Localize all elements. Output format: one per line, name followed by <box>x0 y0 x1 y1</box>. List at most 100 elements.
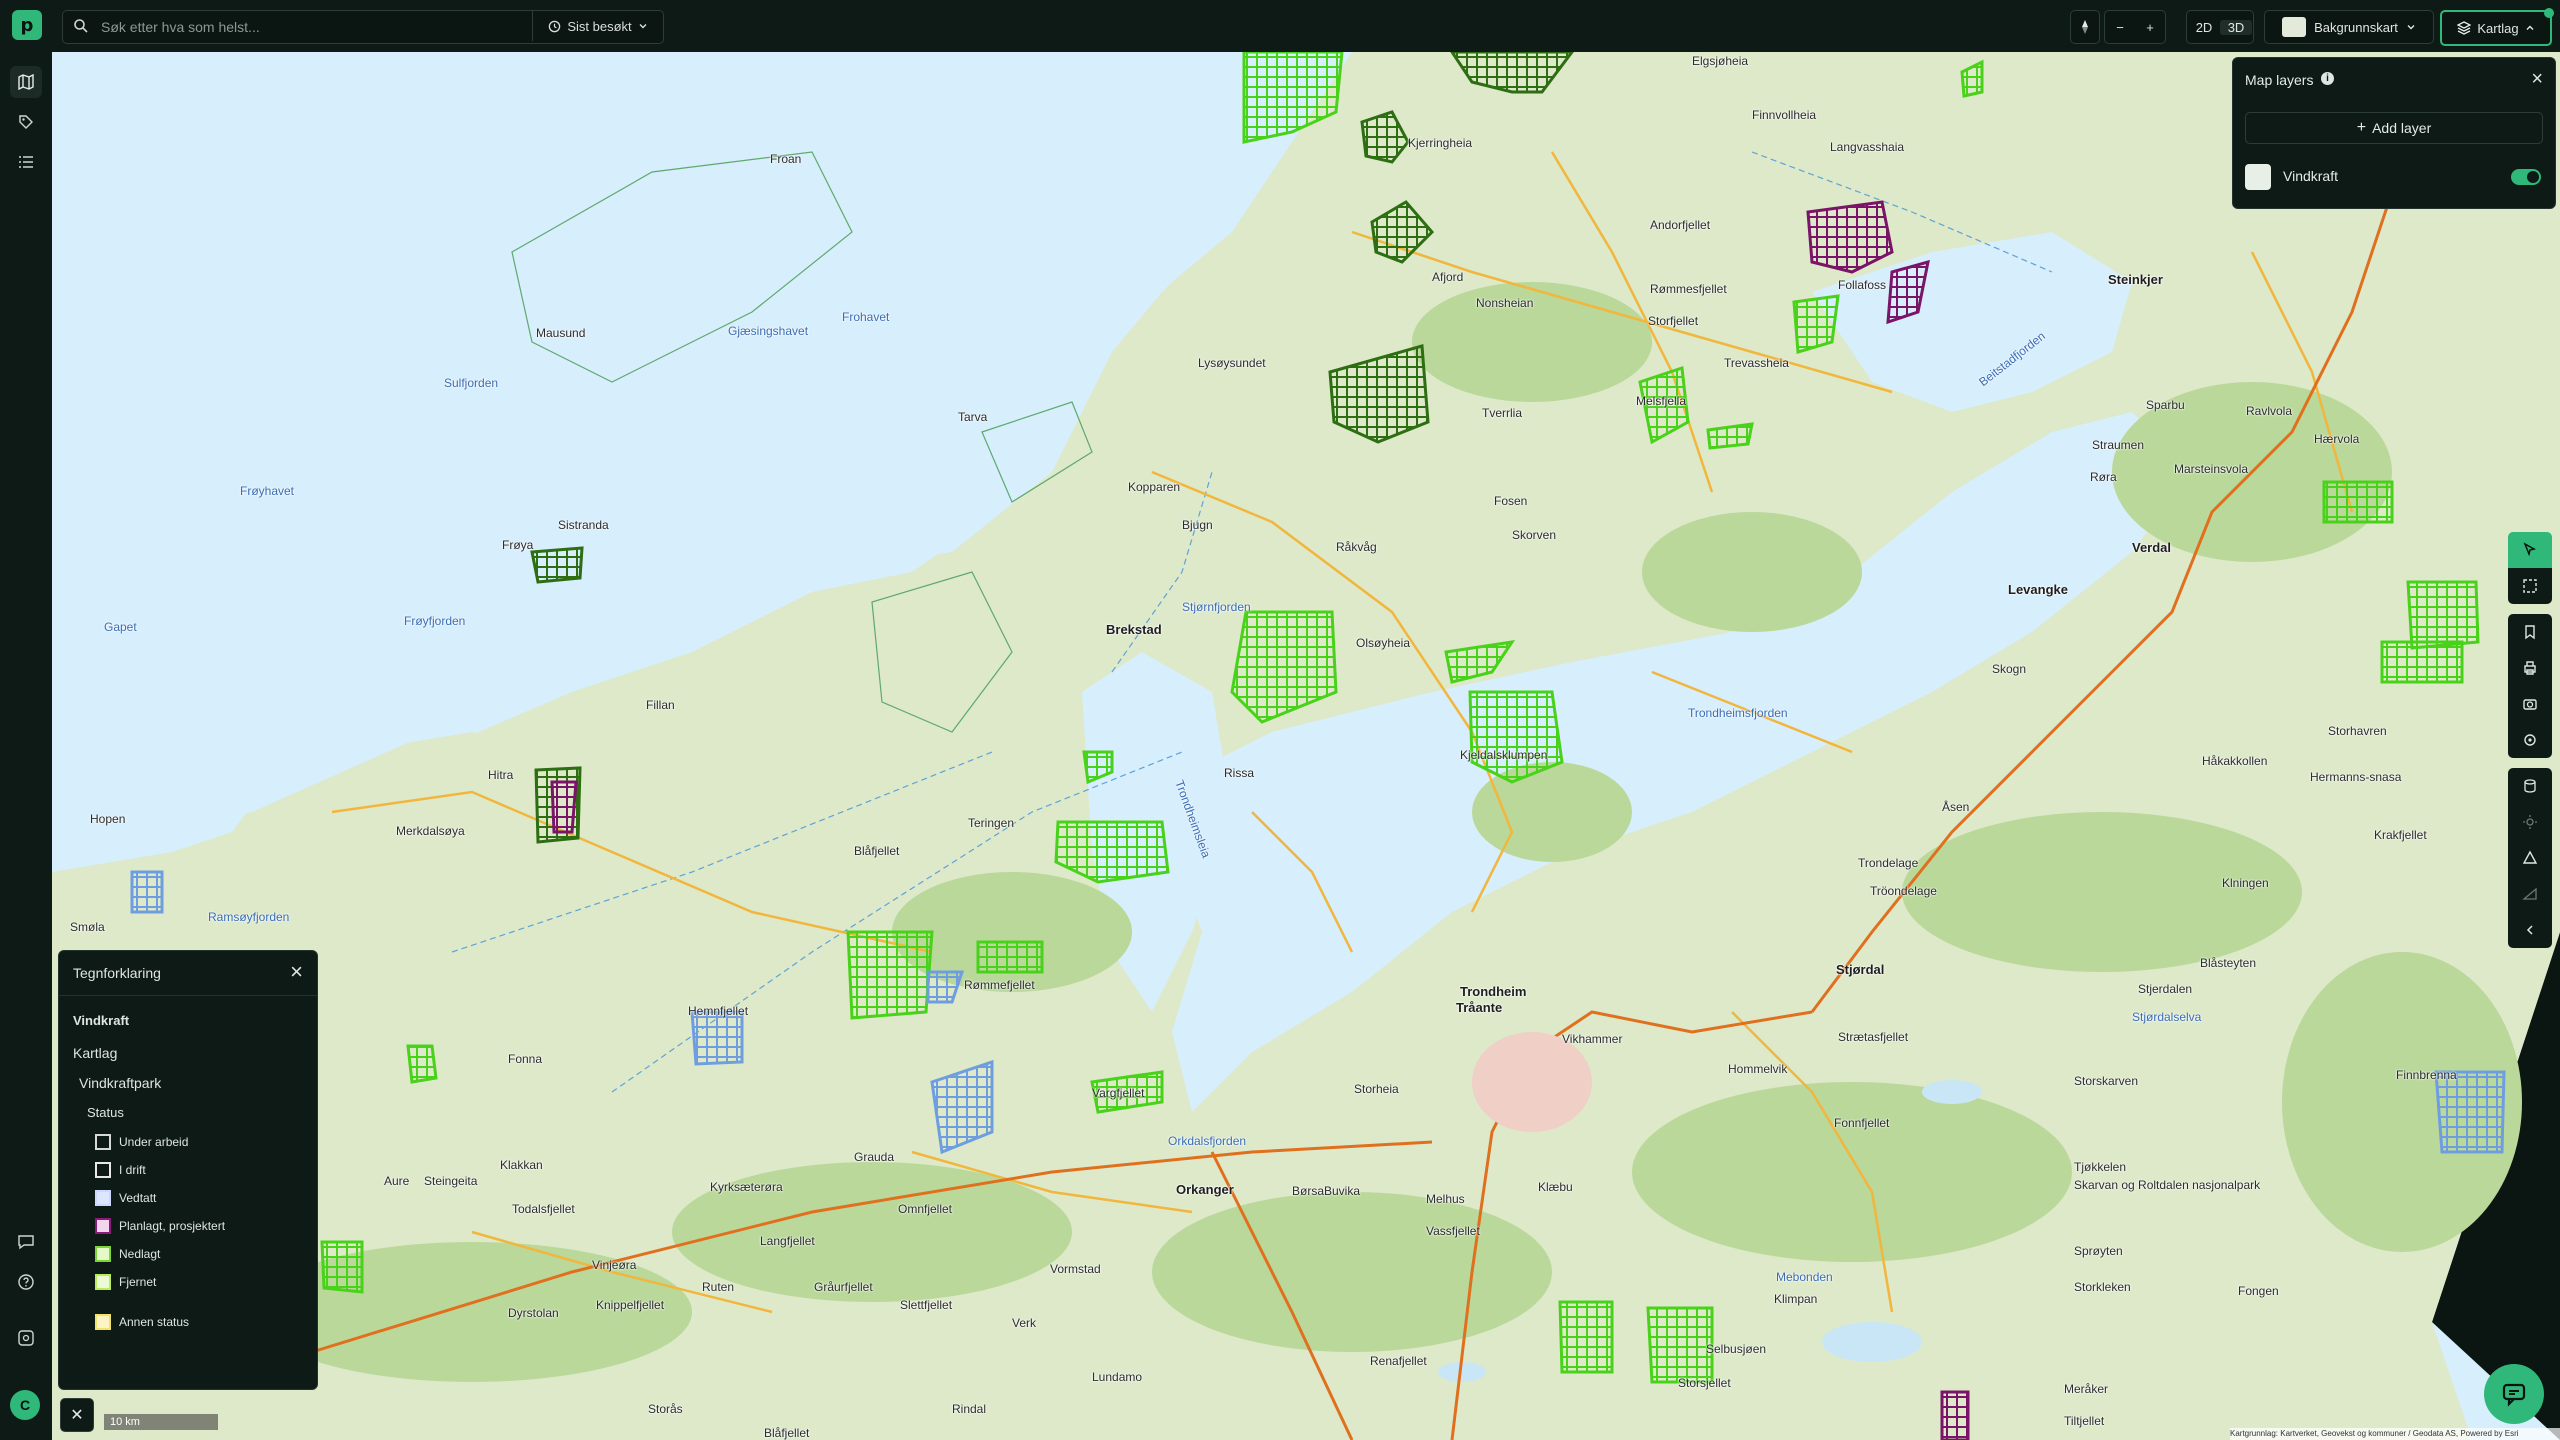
map-layers-panel: Map layers i × + Add layer Vindkraft <box>2232 57 2556 209</box>
wind-park[interactable] <box>846 930 934 1020</box>
place-label: Klæbu <box>1538 1180 1573 1194</box>
wind-park[interactable] <box>976 940 1044 974</box>
scale-bar: 10 km <box>104 1414 218 1430</box>
data-button[interactable] <box>2508 768 2552 804</box>
measure-button[interactable] <box>2508 840 2552 876</box>
place-label: Melsfjella <box>1636 394 1687 408</box>
layers-button[interactable]: Kartlag <box>2440 8 2554 46</box>
chevron-down-icon <box>639 24 647 29</box>
feedback-button[interactable] <box>10 1226 42 1258</box>
place-label: Tjøkkelen <box>2074 1160 2127 1174</box>
place-label: Nonsheian <box>1476 296 1534 310</box>
wind-park[interactable] <box>2406 580 2480 650</box>
basemap-dropdown[interactable]: Bakgrunnskart <box>2264 10 2434 44</box>
app-logo[interactable]: p <box>12 10 42 40</box>
layer-row[interactable]: Vindkraft <box>2245 162 2541 192</box>
trondheim-urban <box>1472 1032 1592 1132</box>
help-button[interactable] <box>10 1266 42 1298</box>
place-label: Tröondelage <box>1870 884 1937 898</box>
wind-park[interactable] <box>320 1240 364 1294</box>
legend-item: Under arbeid <box>95 1131 188 1153</box>
close-overlay-button[interactable]: ✕ <box>60 1398 94 1432</box>
user-avatar[interactable]: C <box>10 1390 40 1420</box>
zoom-in-button[interactable]: + <box>2135 20 2165 35</box>
compass-button[interactable] <box>2070 10 2100 44</box>
legend-swatch <box>95 1162 111 1178</box>
tags-button[interactable] <box>10 106 42 138</box>
place-label: Gråurfjellet <box>814 1280 873 1294</box>
place-label: Olsøyheia <box>1356 636 1411 650</box>
place-label: Omnfjellet <box>898 1202 953 1216</box>
database-icon <box>2524 779 2536 793</box>
place-label: Orkdalsfjorden <box>1168 1134 1247 1148</box>
place-label: Selbusjøen <box>1706 1342 1767 1356</box>
place-label: Frøyfjorden <box>404 614 466 628</box>
chat-button[interactable] <box>2484 1364 2544 1424</box>
top-bar: p Sist besøkt − + 2D 3D Bakgrunnskart Ka… <box>0 0 2560 52</box>
search-box[interactable]: Sist besøkt <box>62 10 664 44</box>
settings-button[interactable] <box>10 1322 42 1354</box>
zoom-out-button[interactable]: − <box>2105 20 2135 35</box>
slope-button[interactable] <box>2508 876 2552 912</box>
info-icon[interactable]: i <box>2321 72 2334 85</box>
place-label: Marsteinsvola <box>2174 462 2249 476</box>
wind-park[interactable] <box>2380 640 2464 684</box>
place-label: Gjæsingshavet <box>728 324 809 338</box>
select-tool-button[interactable] <box>2508 532 2552 568</box>
wind-park[interactable] <box>1706 422 1754 450</box>
wind-park[interactable] <box>690 1010 744 1066</box>
wind-park[interactable] <box>1646 1306 1714 1384</box>
print-button[interactable] <box>2508 650 2552 686</box>
wind-park[interactable] <box>2322 480 2394 524</box>
mode-3d-button[interactable]: 3D <box>2220 19 2252 35</box>
search-input[interactable] <box>99 11 583 43</box>
close-panel-button[interactable]: × <box>2531 68 2543 91</box>
place-label: Brekstad <box>1106 622 1162 637</box>
place-label: Teringen <box>968 816 1015 830</box>
recent-dropdown[interactable]: Sist besøkt <box>532 11 663 41</box>
attribution-text: Kartgrunnlag: Kartverket, Geovekst og ko… <box>2230 1429 2519 1438</box>
map-canvas[interactable]: Froan Frohavet Gjæsingshavet Mausund Sul… <box>52 52 2560 1440</box>
wind-park[interactable] <box>130 870 164 914</box>
locate-button[interactable] <box>2508 722 2552 758</box>
area-select-button[interactable] <box>2508 568 2552 604</box>
place-label: Storfjellet <box>1648 314 1699 328</box>
place-label: Frøya <box>502 538 534 552</box>
wind-park[interactable] <box>1792 294 1840 354</box>
legend-item: Vedtatt <box>95 1187 156 1209</box>
place-label: Storsjellet <box>1678 1376 1731 1390</box>
place-label: Hitra <box>488 768 514 782</box>
add-layer-button[interactable]: + Add layer <box>2245 112 2543 144</box>
mode-2d-button[interactable]: 2D <box>2188 20 2220 35</box>
list-button[interactable] <box>10 146 42 178</box>
place-label: Storhavren <box>2328 724 2387 738</box>
map-view-button[interactable] <box>10 66 42 98</box>
collapse-tools-button[interactable] <box>2508 912 2552 948</box>
bookmark-button[interactable] <box>2508 614 2552 650</box>
place-label: Tarva <box>958 410 988 424</box>
place-label: Storås <box>648 1402 683 1416</box>
layer-visibility-toggle[interactable] <box>2511 169 2541 185</box>
legend-swatch <box>95 1274 111 1290</box>
legend-sub: Kartlag <box>73 1045 118 1061</box>
sun-button[interactable] <box>2508 804 2552 840</box>
place-label: Rømmesfjellet <box>1650 282 1727 296</box>
wind-park[interactable] <box>530 546 584 584</box>
place-label: Meråker <box>2064 1382 2109 1396</box>
legend-item: Fjernet <box>95 1271 156 1293</box>
wind-park[interactable] <box>550 780 578 834</box>
place-label: Hermanns-snasa <box>2310 770 2402 784</box>
place-label: Elgsjøheia <box>1692 54 1749 68</box>
wind-park[interactable] <box>1940 1390 1970 1440</box>
map-base[interactable] <box>52 52 2560 1440</box>
wind-park[interactable] <box>406 1044 438 1084</box>
place-label: Stjerdalen <box>2138 982 2193 996</box>
wind-park[interactable] <box>1468 690 1564 784</box>
place-label: Afjord <box>1432 270 1464 284</box>
place-label: Sparbu <box>2146 398 2185 412</box>
wind-park[interactable] <box>2434 1070 2506 1154</box>
place-label: Storskarven <box>2074 1074 2139 1088</box>
screenshot-button[interactable] <box>2508 686 2552 722</box>
wind-park[interactable] <box>1558 1300 1614 1374</box>
close-legend-button[interactable]: × <box>290 959 303 985</box>
